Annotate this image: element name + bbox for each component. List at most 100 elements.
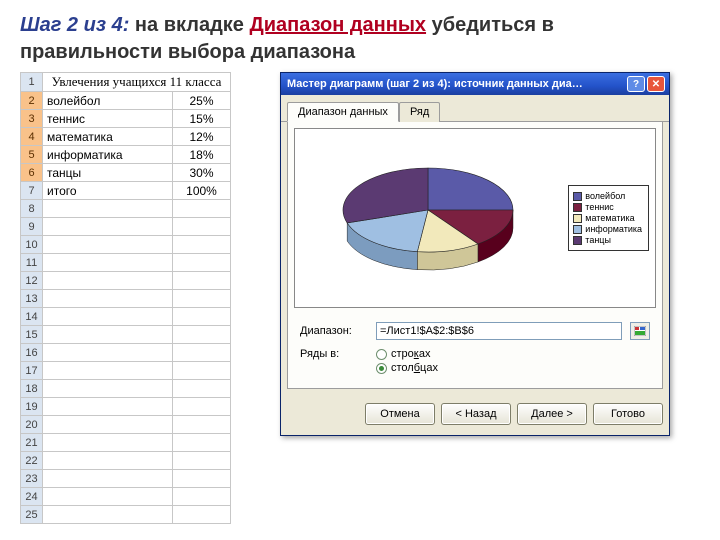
cell[interactable] xyxy=(43,380,173,398)
step-label: Шаг 2 из 4: xyxy=(20,14,129,36)
cell[interactable] xyxy=(43,506,173,524)
cancel-button[interactable]: Отмена xyxy=(365,403,435,425)
cell[interactable] xyxy=(43,398,173,416)
row-header[interactable]: 8 xyxy=(21,200,43,218)
cell[interactable] xyxy=(43,452,173,470)
back-button[interactable]: < Назад xyxy=(441,403,511,425)
cell[interactable] xyxy=(43,344,173,362)
row-header[interactable]: 7 xyxy=(21,182,43,200)
cell[interactable] xyxy=(173,488,231,506)
cell[interactable] xyxy=(43,272,173,290)
cell[interactable] xyxy=(173,470,231,488)
instruction-heading: Шаг 2 из 4: на вкладке Диапазон данных у… xyxy=(0,0,720,74)
cell[interactable] xyxy=(43,434,173,452)
cell[interactable]: 25% xyxy=(173,92,231,110)
cell[interactable] xyxy=(173,254,231,272)
row-header[interactable]: 16 xyxy=(21,344,43,362)
radio-icon xyxy=(376,349,387,360)
row-header[interactable]: 3 xyxy=(21,110,43,128)
row-header[interactable]: 15 xyxy=(21,326,43,344)
cell[interactable]: волейбол xyxy=(43,92,173,110)
row-header[interactable]: 4 xyxy=(21,128,43,146)
wizard-form: Диапазон: =Лист1!$A$2:$B$6 Ряды в: строк… xyxy=(294,308,656,382)
cell[interactable] xyxy=(43,236,173,254)
cell[interactable] xyxy=(173,506,231,524)
cell[interactable] xyxy=(173,236,231,254)
cell[interactable] xyxy=(173,416,231,434)
row-header[interactable]: 11 xyxy=(21,254,43,272)
cell[interactable] xyxy=(43,308,173,326)
row-header[interactable]: 23 xyxy=(21,470,43,488)
cell[interactable] xyxy=(173,380,231,398)
row-header[interactable]: 25 xyxy=(21,506,43,524)
cell[interactable]: 18% xyxy=(173,146,231,164)
cell[interactable] xyxy=(43,326,173,344)
cell[interactable] xyxy=(173,398,231,416)
row-header[interactable]: 12 xyxy=(21,272,43,290)
cell[interactable]: 15% xyxy=(173,110,231,128)
cell[interactable] xyxy=(43,290,173,308)
row-header[interactable]: 9 xyxy=(21,218,43,236)
cell[interactable]: 30% xyxy=(173,164,231,182)
row-header[interactable]: 14 xyxy=(21,308,43,326)
cell[interactable]: теннис xyxy=(43,110,173,128)
range-input[interactable]: =Лист1!$A$2:$B$6 xyxy=(376,322,622,340)
cell[interactable] xyxy=(43,200,173,218)
legend-item: волейбол xyxy=(573,191,642,201)
row-header[interactable]: 21 xyxy=(21,434,43,452)
cell[interactable] xyxy=(43,488,173,506)
row-header[interactable]: 13 xyxy=(21,290,43,308)
row-header[interactable]: 22 xyxy=(21,452,43,470)
row-header[interactable]: 2 xyxy=(21,92,43,110)
row-header[interactable]: 10 xyxy=(21,236,43,254)
help-button[interactable]: ? xyxy=(627,76,645,92)
spreadsheet[interactable]: 1Увлечения учащихся 11 класса2волейбол25… xyxy=(20,72,231,524)
cell[interactable] xyxy=(43,470,173,488)
cell[interactable] xyxy=(173,362,231,380)
cell[interactable]: 100% xyxy=(173,182,231,200)
tab-data-range[interactable]: Диапазон данных xyxy=(287,102,399,122)
cell[interactable]: итого xyxy=(43,182,173,200)
cell[interactable]: математика xyxy=(43,128,173,146)
legend-item: танцы xyxy=(573,235,642,245)
cell[interactable] xyxy=(173,434,231,452)
wizard-tabs: Диапазон данных Ряд xyxy=(281,95,669,122)
row-header[interactable]: 18 xyxy=(21,380,43,398)
merged-title-cell[interactable]: Увлечения учащихся 11 класса xyxy=(43,73,231,92)
row-header[interactable]: 6 xyxy=(21,164,43,182)
cell[interactable] xyxy=(43,416,173,434)
cell[interactable]: информатика xyxy=(43,146,173,164)
cell[interactable]: танцы xyxy=(43,164,173,182)
cell[interactable] xyxy=(173,200,231,218)
window-title: Мастер диаграмм (шаг 2 из 4): источник д… xyxy=(287,78,625,90)
cell[interactable] xyxy=(173,326,231,344)
cell[interactable] xyxy=(173,272,231,290)
cell[interactable] xyxy=(43,254,173,272)
next-button[interactable]: Далее > xyxy=(517,403,587,425)
cell[interactable] xyxy=(173,218,231,236)
cell[interactable] xyxy=(173,344,231,362)
cell[interactable] xyxy=(173,290,231,308)
radio-cols[interactable]: столбцах xyxy=(376,362,438,374)
range-picker-button[interactable] xyxy=(630,322,650,340)
row-header[interactable]: 17 xyxy=(21,362,43,380)
close-button[interactable]: ✕ xyxy=(647,76,665,92)
cell[interactable] xyxy=(173,452,231,470)
row-header[interactable]: 19 xyxy=(21,398,43,416)
cell[interactable] xyxy=(43,218,173,236)
cell[interactable] xyxy=(173,308,231,326)
tab-series[interactable]: Ряд xyxy=(399,102,440,122)
row-header[interactable]: 5 xyxy=(21,146,43,164)
pie-chart xyxy=(323,148,543,288)
titlebar[interactable]: Мастер диаграмм (шаг 2 из 4): источник д… xyxy=(281,73,669,95)
legend-item: математика xyxy=(573,213,642,223)
cell[interactable] xyxy=(43,362,173,380)
row-header[interactable]: 24 xyxy=(21,488,43,506)
chart-preview: волейболтеннисматематикаинформатикатанцы xyxy=(294,128,656,308)
radio-rows[interactable]: строках xyxy=(376,348,438,360)
cell[interactable]: 12% xyxy=(173,128,231,146)
finish-button[interactable]: Готово xyxy=(593,403,663,425)
row-header[interactable]: 1 xyxy=(21,73,43,92)
wizard-footer: Отмена < Назад Далее > Готово xyxy=(281,395,669,435)
row-header[interactable]: 20 xyxy=(21,416,43,434)
